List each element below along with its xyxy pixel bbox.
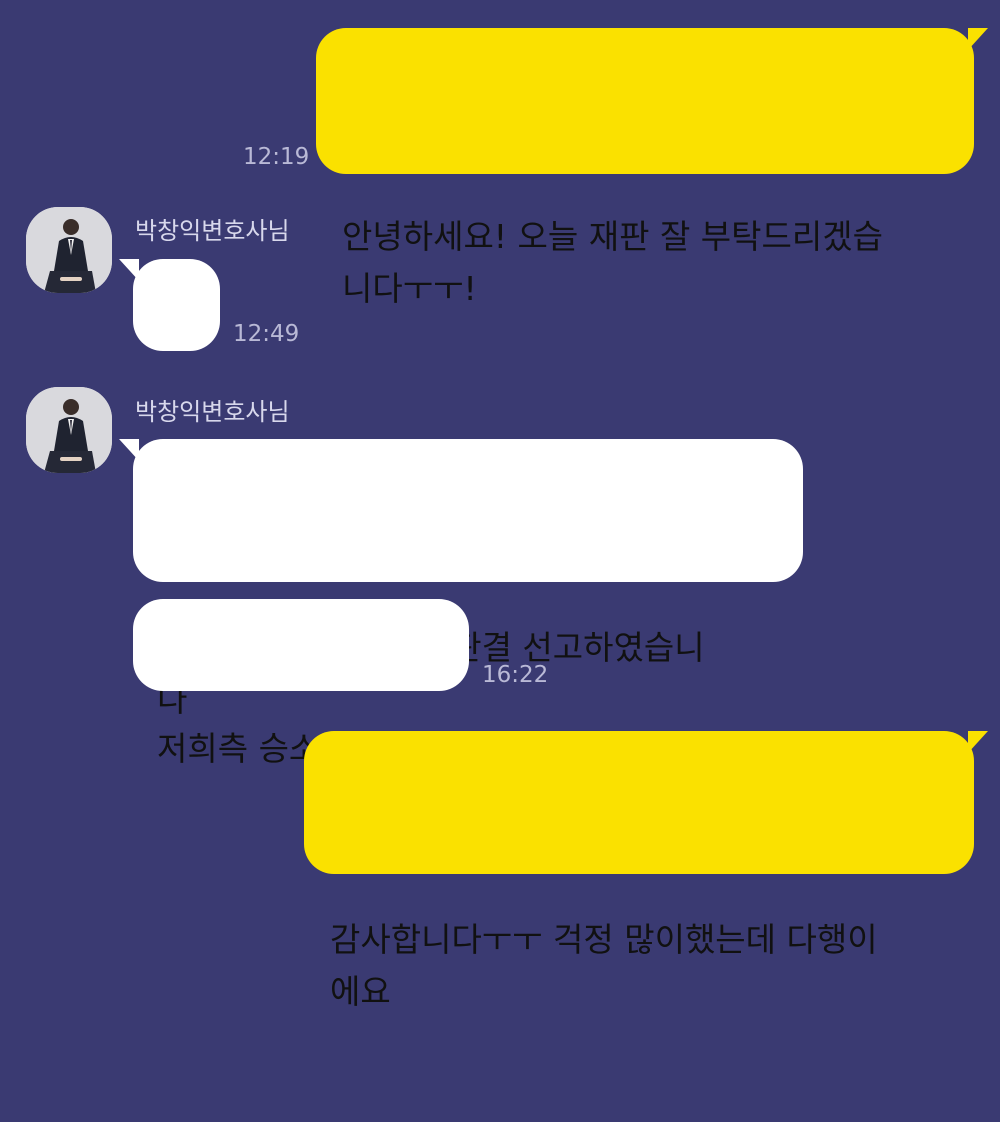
bubble-tail (119, 259, 139, 281)
my-message-bubble[interactable]: 안녕하세요! 오늘 재판 잘 부탁드리겠습 니다ㅜㅜ! (316, 28, 988, 308)
their-message-bubble[interactable]: 판사님께서 원고 패소판결 선고하였습니 다 (119, 439, 803, 719)
lawyer-profile-avatar-icon (26, 207, 112, 293)
message-time: 12:19 (243, 144, 310, 170)
bubble-tail (968, 28, 988, 50)
sender-name: 박창익변호사님 (135, 217, 290, 245)
message-time: 12:49 (233, 321, 300, 347)
sender-name: 박창익변호사님 (135, 398, 290, 426)
message-text: 안녕하세요! 오늘 재판 잘 부탁드리겠습 니다ㅜㅜ! (342, 217, 883, 308)
their-message-bubble[interactable]: 넵 (119, 259, 220, 480)
sender-avatar[interactable] (26, 387, 112, 473)
chat-area[interactable]: 12:19 안녕하세요! 오늘 재판 잘 부탁드리겠습 니다ㅜㅜ! 박창익변호사… (0, 0, 1000, 1011)
message-text: 감사합니다ㅜㅜ 걱정 많이했는데 다행이 에요 (330, 920, 878, 1011)
message-time: 16:22 (482, 662, 549, 688)
bubble-tail (119, 439, 139, 461)
bubble-tail (968, 731, 988, 753)
sender-avatar[interactable] (26, 207, 112, 293)
their-message-bubble[interactable]: 저희측 승소입니다 (133, 599, 469, 768)
my-message-bubble[interactable]: 감사합니다ㅜㅜ 걱정 많이했는데 다행이 에요 (304, 731, 988, 1011)
lawyer-profile-avatar-icon (26, 387, 112, 473)
